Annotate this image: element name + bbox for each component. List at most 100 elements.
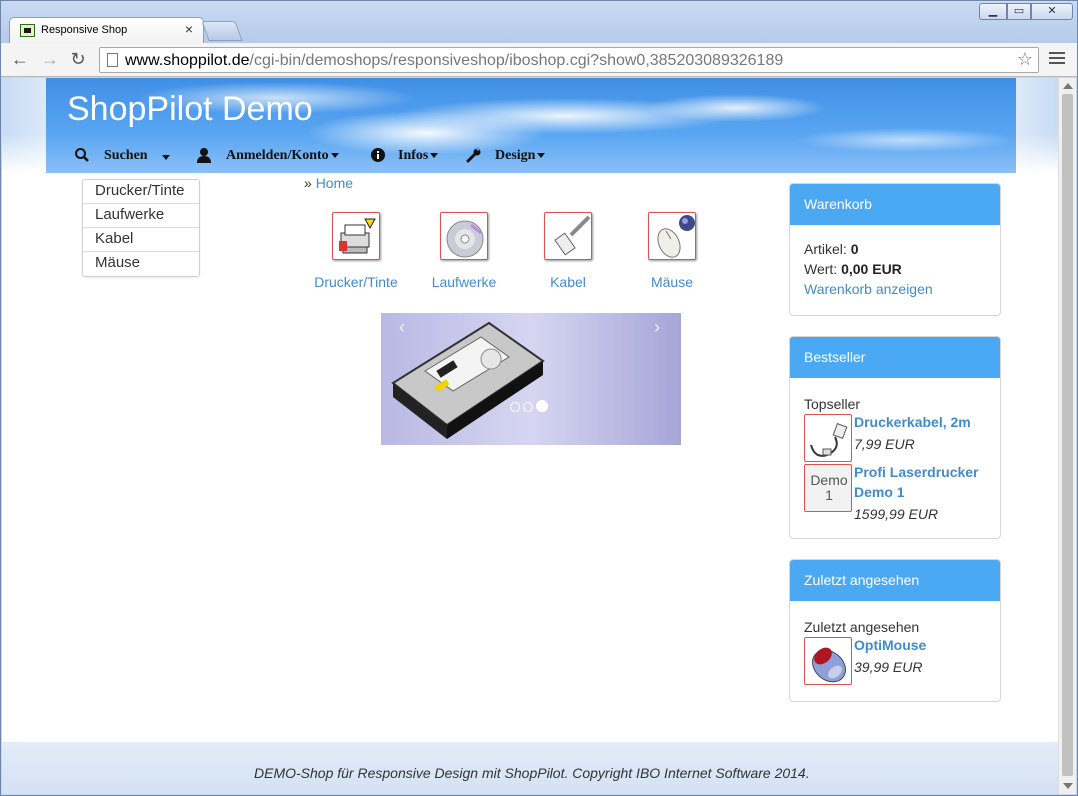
nav-suchen[interactable]: Suchen: [74, 144, 194, 170]
hard-drive-image: [391, 321, 545, 439]
category-tile-label: Laufwerke: [431, 274, 497, 290]
product-price: 39,99 EUR: [854, 659, 923, 675]
back-button[interactable]: ←: [9, 49, 31, 70]
product-item[interactable]: Demo 1 Profi Laserdrucker Demo 1 1599,99…: [804, 464, 1000, 524]
category-item-maeuse[interactable]: Mäuse: [83, 252, 199, 276]
chevron-down-icon: [330, 153, 339, 159]
maximize-button[interactable]: ▭: [1007, 3, 1031, 20]
nav-design[interactable]: Design: [466, 144, 556, 170]
info-icon: [371, 148, 385, 162]
scroll-thumb[interactable]: [1062, 94, 1073, 776]
cart-items-count: 0: [850, 241, 859, 257]
chevron-down-icon: [430, 153, 439, 159]
product-price: 7,99 EUR: [854, 436, 915, 452]
category-tile-label: Kabel: [550, 274, 586, 290]
product-name-link[interactable]: OptiMouse: [854, 635, 1004, 655]
cart-value-row: Wert: 0,00 EUR: [804, 261, 902, 277]
url-host: www.shoppilot.de: [125, 52, 250, 69]
user-icon: [197, 148, 211, 163]
category-tile-laufwerke[interactable]: Laufwerke: [414, 212, 514, 290]
product-carousel[interactable]: ‹ ›: [381, 313, 681, 445]
nav-suchen-label: Suchen: [104, 148, 148, 163]
category-tile-label: Mäuse: [650, 274, 694, 290]
recent-panel-title: Zuletzt angesehen: [790, 560, 1000, 601]
browser-window: Responsive Shop × ▁ ▭ ✕ ← → ↻ www.shoppi…: [0, 0, 1078, 796]
product-item[interactable]: OptiMouse 39,99 EUR: [804, 637, 1000, 687]
mouse-icon: [648, 212, 696, 260]
nav-anmelden-konto[interactable]: Anmelden/Konto: [196, 144, 356, 170]
cart-value-amount: 0,00 EUR: [841, 261, 902, 277]
scroll-up-icon[interactable]: [1063, 83, 1073, 89]
chevron-down-icon: [537, 153, 546, 159]
vertical-scrollbar[interactable]: [1058, 78, 1076, 794]
address-bar[interactable]: www.shoppilot.de/cgi-bin/demoshops/respo…: [99, 47, 1039, 73]
category-tile-drucker-tinte[interactable]: Drucker/Tinte: [306, 212, 406, 290]
new-tab-button[interactable]: [201, 21, 243, 41]
bestseller-panel-title: Bestseller: [790, 337, 1000, 378]
category-tile-kabel[interactable]: Kabel: [518, 212, 618, 290]
cd-icon: [440, 212, 488, 260]
carousel-dot-1[interactable]: [510, 402, 520, 412]
footer: DEMO-Shop für Responsive Design mit Shop…: [2, 742, 1058, 794]
show-cart-link[interactable]: Warenkorb anzeigen: [804, 279, 1000, 299]
printer-icon: [332, 212, 380, 260]
tab-title: Responsive Shop: [41, 24, 128, 36]
category-item-drucker-tinte[interactable]: Drucker/Tinte: [83, 180, 199, 204]
topseller-label: Topseller: [804, 396, 861, 412]
product-name-link[interactable]: Profi Laserdrucker Demo 1: [854, 462, 1004, 502]
scroll-down-icon[interactable]: [1063, 783, 1073, 789]
search-icon: [75, 148, 89, 162]
nav-design-label: Design: [495, 148, 546, 164]
carousel-indicators: [510, 399, 551, 415]
shop-title[interactable]: ShopPilot Demo: [67, 90, 313, 129]
bestseller-panel-body: Topseller Druckerkabel, 2m 7,99 EUR Demo…: [790, 378, 1000, 524]
category-tile-label: Drucker/Tinte: [314, 274, 398, 290]
carousel-dot-3[interactable]: [536, 400, 548, 412]
url-path: /cgi-bin/demoshops/responsiveshop/ibosho…: [249, 52, 784, 69]
printer-thumbnail: Demo 1: [804, 464, 852, 512]
forward-button[interactable]: →: [39, 49, 61, 70]
nav-infos-label: Infos: [398, 148, 439, 164]
breadcrumb-separator: »: [304, 175, 312, 191]
breadcrumb: » Home: [304, 175, 353, 191]
close-window-button[interactable]: ✕: [1031, 3, 1073, 20]
demo-thumbnail-text: Demo 1: [810, 472, 848, 503]
cart-panel-body: Artikel: 0 Wert: 0,00 EUR Warenkorb anze…: [790, 225, 1000, 299]
carousel-dot-2[interactable]: [523, 402, 533, 412]
cart-panel: Warenkorb Artikel: 0 Wert: 0,00 EUR Ware…: [789, 183, 1001, 316]
product-price: 1599,99 EUR: [854, 506, 939, 522]
category-item-laufwerke[interactable]: Laufwerke: [83, 204, 199, 228]
page-icon: [107, 53, 118, 67]
cart-panel-title: Warenkorb: [790, 184, 1000, 225]
product-item[interactable]: Druckerkabel, 2m 7,99 EUR: [804, 414, 1000, 464]
breadcrumb-home-link[interactable]: Home: [316, 175, 353, 191]
recent-panel-body: Zuletzt angesehen OptiMouse 39,99 EUR: [790, 601, 1000, 687]
category-item-kabel[interactable]: Kabel: [83, 228, 199, 252]
footer-copyright: DEMO-Shop für Responsive Design mit Shop…: [254, 765, 810, 781]
bestseller-panel: Bestseller Topseller Druckerkabel, 2m 7,…: [789, 336, 1001, 539]
product-name-link[interactable]: Druckerkabel, 2m: [854, 412, 1004, 432]
reload-button[interactable]: ↻: [67, 49, 89, 70]
browser-tab[interactable]: Responsive Shop ×: [9, 17, 204, 43]
minimize-button[interactable]: ▁: [979, 3, 1007, 20]
url-text: www.shoppilot.de/cgi-bin/demoshops/respo…: [125, 52, 783, 70]
carousel-next-icon[interactable]: ›: [654, 317, 660, 338]
wrench-icon: [466, 147, 481, 163]
chevron-down-icon: [162, 155, 170, 160]
page-viewport: ShopPilot Demo Suchen Anmelden/Konto Inf…: [2, 78, 1058, 794]
recent-panel: Zuletzt angesehen Zuletzt angesehen Opti…: [789, 559, 1001, 702]
tab-close-icon[interactable]: ×: [185, 21, 193, 37]
recent-subtitle: Zuletzt angesehen: [804, 619, 920, 635]
title-bar: Responsive Shop × ▁ ▭ ✕: [1, 1, 1077, 43]
category-list: Drucker/Tinte Laufwerke Kabel Mäuse: [82, 179, 200, 277]
shop-header: ShopPilot Demo Suchen Anmelden/Konto Inf…: [46, 78, 1016, 173]
bookmark-star-icon[interactable]: ☆: [1017, 49, 1033, 70]
browser-menu-icon[interactable]: [1049, 52, 1065, 66]
cart-items-row: Artikel: 0: [804, 241, 859, 257]
cable-thumbnail-icon: [804, 414, 852, 462]
nav-infos[interactable]: Infos: [370, 144, 460, 170]
shop-favicon-icon: [20, 24, 35, 37]
category-tile-maeuse[interactable]: Mäuse: [622, 212, 722, 290]
carousel-prev-icon[interactable]: ‹: [399, 317, 405, 338]
mouse-thumbnail-icon: [804, 637, 852, 685]
